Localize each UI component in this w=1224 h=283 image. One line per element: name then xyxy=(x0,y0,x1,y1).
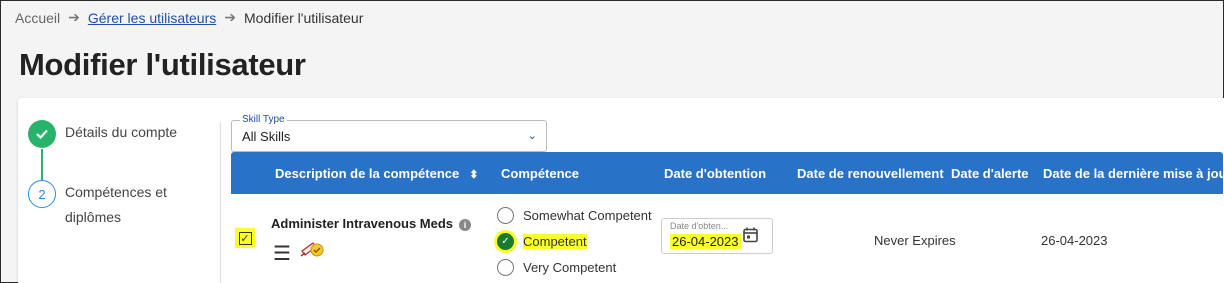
radio-button[interactable] xyxy=(497,206,514,224)
calendar-icon[interactable] xyxy=(743,227,758,248)
step-account-details-label[interactable]: Détails du compte xyxy=(65,120,177,145)
date-obtained-field[interactable]: Date d'obten... 26-04-2023 xyxy=(661,218,773,254)
page-title: Modifier l'utilisateur xyxy=(19,47,306,82)
sort-icon[interactable]: ⬍ xyxy=(469,169,478,181)
step-number[interactable]: 2 xyxy=(28,180,56,208)
step-skills-label[interactable]: Compétences et diplômes xyxy=(65,180,205,230)
arrow-right-icon: ➔ xyxy=(68,9,80,25)
table-row: ✓ Administer Intravenous Meds i ☰ Somewha… xyxy=(231,194,1223,283)
skill-type-select[interactable]: Skill Type All Skills ⌄ xyxy=(231,114,547,152)
skill-name: Administer Intravenous Meds i xyxy=(271,216,472,231)
breadcrumb-current: Modifier l'utilisateur xyxy=(244,9,364,26)
divider xyxy=(220,122,221,283)
radio-very-competent[interactable]: Very Competent xyxy=(497,254,652,280)
step-complete-check-icon[interactable] xyxy=(28,120,56,148)
competence-radio-group: Somewhat Competent ✓ Competent Very Comp… xyxy=(497,202,652,280)
radio-checked-icon[interactable]: ✓ xyxy=(497,232,514,250)
edit-user-card: Détails du compte 2 Compétences et diplô… xyxy=(18,98,1224,283)
header-competence[interactable]: Compétence xyxy=(501,166,579,181)
date-field-label: Date d'obten... xyxy=(670,221,729,231)
skill-type-value: All Skills xyxy=(242,129,291,144)
row-checkbox[interactable]: ✓ xyxy=(235,228,255,248)
last-update-cell: 26-04-2023 xyxy=(1041,233,1108,248)
header-date-obtained[interactable]: Date d'obtention xyxy=(664,166,766,181)
menu-icon[interactable]: ☰ xyxy=(273,241,291,266)
table-header: Description de la compétence ⬍ Compétence… xyxy=(231,152,1224,194)
header-last-update[interactable]: Date de la dernière mise à jour xyxy=(1043,166,1224,181)
skill-type-label: Skill Type xyxy=(240,114,287,125)
chevron-down-icon: ⌄ xyxy=(527,130,537,142)
info-icon[interactable]: i xyxy=(459,218,472,231)
header-alert-date[interactable]: Date d'alerte xyxy=(951,166,1029,181)
renewal-date-cell: Never Expires xyxy=(874,233,956,248)
header-description[interactable]: Description de la compétence ⬍ xyxy=(275,166,478,181)
check-icon: ✓ xyxy=(238,231,252,245)
arrow-right-icon: ➔ xyxy=(224,9,236,25)
skill-badge-icon xyxy=(299,238,325,265)
header-renewal-date[interactable]: Date de renouvellement xyxy=(797,166,944,181)
step-connector xyxy=(41,149,43,180)
skills-table: Description de la compétence ⬍ Compétence… xyxy=(231,152,1224,283)
radio-button[interactable] xyxy=(497,258,514,276)
date-field-value: 26-04-2023 xyxy=(670,234,741,249)
breadcrumb-manage-users[interactable]: Gérer les utilisateurs xyxy=(88,10,216,26)
radio-competent[interactable]: ✓ Competent xyxy=(497,228,652,254)
radio-somewhat-competent[interactable]: Somewhat Competent xyxy=(497,202,652,228)
breadcrumb: Accueil ➔ Gérer les utilisateurs ➔ Modif… xyxy=(15,9,363,26)
breadcrumb-home[interactable]: Accueil xyxy=(15,10,60,26)
